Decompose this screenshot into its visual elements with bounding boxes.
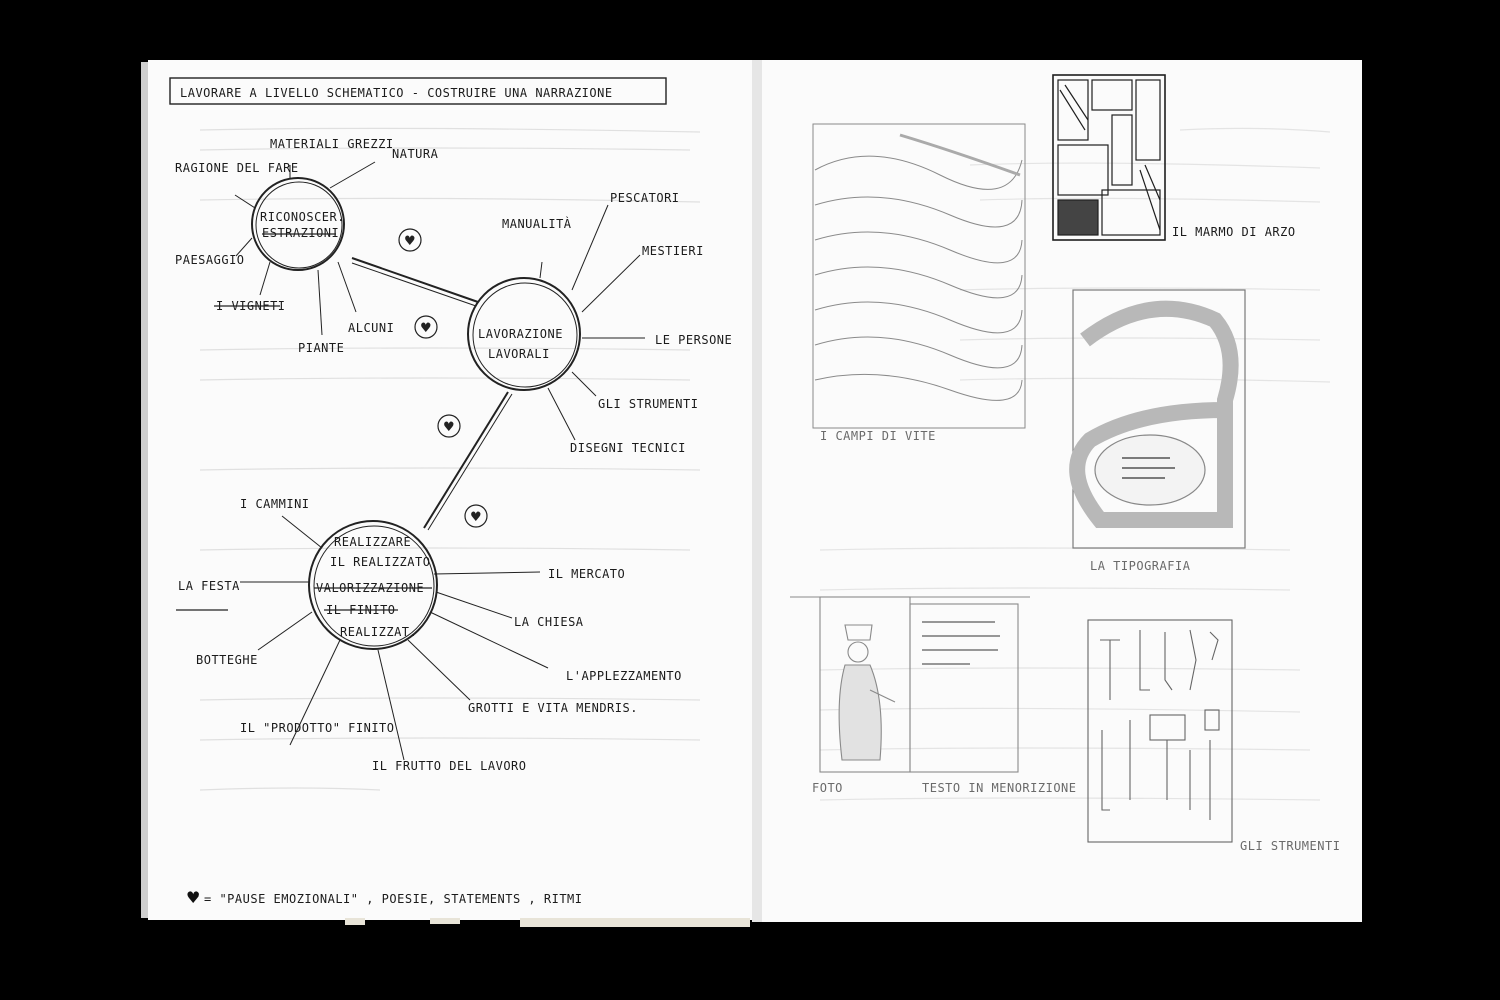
caption-tools: GLI STRUMENTI — [1240, 839, 1340, 853]
photo-text-sketch — [790, 596, 1030, 773]
caption-text: TESTO IN MENORIZIONE — [922, 781, 1077, 795]
spoke-mercato: IL MERCATO — [548, 567, 625, 581]
hub-3-label-5: REALIZZAT. — [340, 625, 417, 639]
spoke-frutto: IL FRUTTO DEL LAVORO — [372, 759, 527, 773]
spoke-prodotto-finito: IL "PRODOTTO" FINITO — [240, 721, 395, 735]
hub-2-label-top: LAVORAZIONE — [478, 327, 563, 341]
caption-photo: FOTO — [812, 781, 843, 795]
marble-sketch — [1052, 74, 1166, 241]
spoke-strumenti: GLI STRUMENTI — [598, 397, 698, 411]
sketch-layer: LAVORARE A LIVELLO SCHEMATICO - COSTRUIR… — [169, 60, 1340, 927]
spoke-paesaggio: PAESAGGIO — [175, 253, 245, 267]
spoke-piante: PIANTE — [298, 341, 344, 355]
heart-icon: ♥ — [414, 315, 438, 339]
hub-3-label-2: IL REALIZZATO — [330, 555, 430, 569]
binding-shadow — [752, 60, 762, 922]
spoke-pescatori: PESCATORI — [610, 191, 680, 205]
spoke-mestieri: MESTIERI — [642, 244, 704, 258]
spoke-ragione: RAGIONE DEL FARE — [175, 161, 299, 175]
hub-2-label-bottom: LAVORALI — [488, 347, 550, 361]
spoke-materiali: MATERIALI GREZZI — [270, 137, 394, 151]
spoke-disegni: DISEGNI TECNICI — [570, 441, 686, 455]
spoke-cammini: I CAMMINI — [240, 497, 310, 511]
spoke-chiesa: LA CHIESA — [514, 615, 584, 629]
svg-text:♥: ♥ — [443, 420, 455, 435]
svg-text:♥: ♥ — [470, 510, 482, 525]
vineyard-sketch — [812, 123, 1026, 429]
typography-sketch — [1069, 289, 1246, 549]
heart-icon: ♥ — [437, 414, 461, 438]
spoke-manualita: MANUALITÀ — [502, 216, 572, 231]
spoke-festa: LA FESTA — [178, 579, 240, 593]
hub-1-circle — [251, 177, 345, 271]
caption-typography: LA TIPOGRAFIA — [1090, 559, 1191, 573]
caption-marble: IL MARMO DI ARZO — [1172, 225, 1296, 239]
spoke-persone: LE PERSONE — [655, 333, 732, 347]
svg-text:♥: ♥ — [420, 321, 432, 336]
svg-text:♥: ♥ — [404, 234, 416, 249]
hub-3-label-1: REALIZZARE — [334, 535, 411, 549]
tools-sketch — [1087, 619, 1233, 843]
tape-scraps — [345, 918, 750, 927]
spoke-natura: NATURA — [392, 147, 439, 161]
spoke-alcuni: ALCUNI — [348, 321, 394, 335]
heart-icon: ♥ — [464, 504, 488, 528]
legend-text: = "PAUSE EMOZIONALI" , POESIE, STATEMENT… — [204, 892, 583, 906]
hub-1-label-bottom: ESTRAZIONI — [262, 226, 339, 240]
caption-fields: I CAMPI DI VITE — [820, 429, 936, 443]
header-text: LAVORARE A LIVELLO SCHEMATICO - COSTRUIR… — [180, 86, 613, 100]
link-hub1-hub2 — [351, 257, 479, 303]
link-hub2-hub3 — [423, 391, 509, 529]
heart-icon: ♥ — [398, 228, 422, 252]
heart-icon: ♥ — [186, 888, 200, 907]
hub-1-label-top: RICONOSCER. — [260, 210, 345, 224]
spoke-grotti: GROTTI E VITA MENDRIS. — [468, 701, 638, 715]
spoke-applezzamento: L'APPLEZZAMENTO — [566, 669, 682, 683]
spoke-botteghe: BOTTEGHE — [196, 653, 258, 667]
